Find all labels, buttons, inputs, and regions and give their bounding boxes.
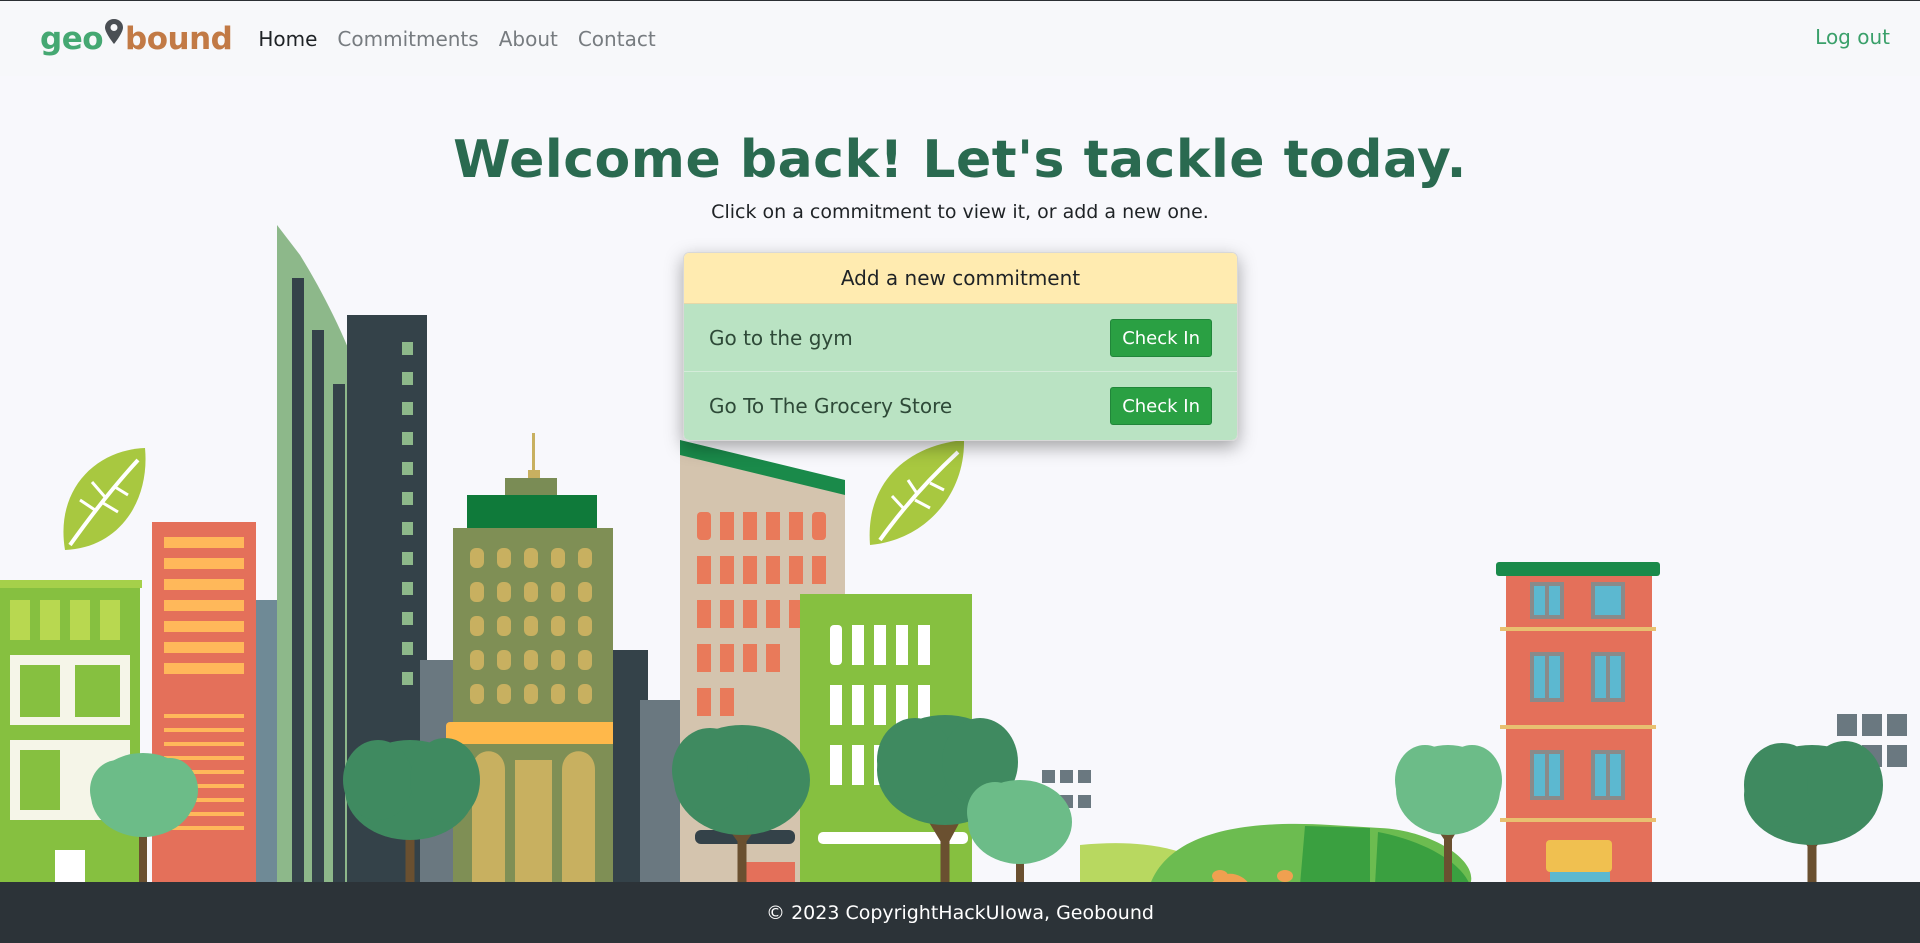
logout-link[interactable]: Log out [1815,25,1890,49]
leaf-icon [63,448,146,550]
check-in-button[interactable]: Check In [1110,318,1212,357]
brand-logo[interactable]: geo bound [40,18,233,57]
tree-icon [967,780,1072,885]
nav-links: Home Commitments About Contact [258,27,655,51]
tree-icon [1744,741,1883,885]
commitment-label: Go to the gym [709,325,853,350]
nav-commitments[interactable]: Commitments [337,27,478,51]
navbar: geo bound Home Commitments About Contact… [0,0,1920,76]
commitment-label: Go To The Grocery Store [709,394,953,418]
commitment-item[interactable]: Go To The Grocery Store Check In [684,372,1237,440]
nav-home[interactable]: Home [258,27,317,51]
footer: © 2023 CopyrightHackUIowa, Geobound [0,882,1920,943]
commitment-item[interactable]: Go to the gym Check In [684,304,1237,372]
page-title: Welcome back! Let's tackle today. [453,130,1467,190]
map-pin-icon [105,18,124,44]
check-in-button[interactable]: Check In [1110,387,1212,425]
nav-contact[interactable]: Contact [578,27,656,51]
page-subtitle: Click on a commitment to view it, or add… [711,201,1209,223]
nav-about[interactable]: About [499,27,558,51]
brand-part-geo: geo [40,20,104,57]
add-commitment-button[interactable]: Add a new commitment [684,253,1237,304]
commitments-list: Add a new commitment Go to the gym Check… [683,252,1238,441]
leaf-icon [869,440,965,545]
brand-part-bound: bound [125,20,233,57]
copyright-text: © 2023 CopyrightHackUIowa, Geobound [766,901,1154,924]
